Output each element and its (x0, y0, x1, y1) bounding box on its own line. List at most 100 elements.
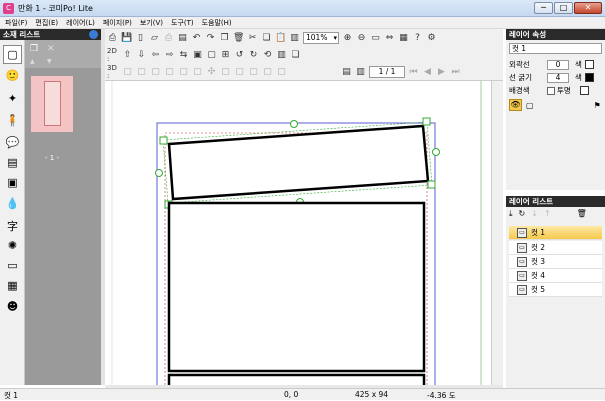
rotate-handle-right-icon[interactable] (432, 148, 440, 156)
print-icon[interactable]: ⎙ (107, 33, 118, 44)
lock-icon[interactable]: ▥ (276, 50, 287, 61)
vertical-scrollbar[interactable] (491, 81, 503, 385)
outline-input[interactable]: 0 (547, 59, 569, 70)
clipboard-icon[interactable]: ▥ (289, 33, 300, 44)
move-down-icon[interactable]: ▼ (47, 58, 52, 65)
layer-delete-icon[interactable]: 🗑 (577, 209, 587, 219)
frame-icon[interactable]: ▢ (526, 101, 534, 110)
3d-tool4-icon[interactable]: ▢ (164, 67, 175, 78)
cut-name-input[interactable]: 컷 1 (509, 43, 602, 54)
layer-item[interactable]: ▭ 컷 4 (509, 269, 602, 283)
pin-icon[interactable] (89, 30, 98, 39)
3d-tool11-icon[interactable]: ▢ (262, 67, 273, 78)
rotate-left-icon[interactable]: ↺ (234, 50, 245, 61)
layer-move-up-icon[interactable]: ↑ (544, 209, 551, 219)
grid-icon[interactable]: ▦ (398, 33, 409, 44)
shrink-icon[interactable]: ▣ (192, 50, 203, 61)
character2-icon[interactable]: 🧍 (3, 111, 22, 130)
page-thumbnail[interactable] (31, 76, 73, 132)
burst-icon[interactable]: ✺ (3, 236, 22, 255)
new-icon[interactable]: ▯ (135, 33, 146, 44)
settings-icon[interactable]: ⚙ (426, 33, 437, 44)
next-page-icon[interactable]: ▶ (436, 67, 447, 78)
3d-tool7-icon[interactable]: ✣ (206, 67, 217, 78)
3d-tool5-icon[interactable]: ▢ (178, 67, 189, 78)
layer-item[interactable]: ▭ 컷 2 (509, 241, 602, 255)
prev-page-icon[interactable]: ◀ (422, 67, 433, 78)
zoom-select[interactable]: 101% (303, 32, 339, 44)
3d-tool12-icon[interactable]: ▢ (276, 67, 287, 78)
delete-page-icon[interactable]: ✕ (47, 44, 55, 54)
layer-item[interactable]: ▭ 컷 3 (509, 255, 602, 269)
move-right-icon[interactable]: ⇨ (164, 50, 175, 61)
background-icon[interactable]: ▤ (3, 153, 22, 172)
rotate-right-icon[interactable]: ↻ (248, 50, 259, 61)
copy-icon[interactable]: ❐ (219, 33, 230, 44)
help-icon[interactable]: ? (412, 33, 423, 44)
page-settings-icon[interactable]: ▤ (341, 67, 352, 78)
flag-icon[interactable]: ⚑ (594, 101, 601, 110)
cut-3-panel[interactable] (167, 373, 426, 385)
delete-icon[interactable]: 🗑 (233, 33, 244, 44)
3d-tool6-icon[interactable]: ▢ (192, 67, 203, 78)
3d-tool9-icon[interactable]: ▢ (234, 67, 245, 78)
layer-refresh-icon[interactable]: ↻ (519, 209, 526, 219)
paste-icon[interactable]: 📋 (275, 33, 286, 44)
page-list-icon[interactable]: ▥ (355, 67, 366, 78)
rotate-handle-left-icon[interactable] (155, 169, 163, 177)
fit-icon[interactable]: ▭ (370, 33, 381, 44)
layer-item[interactable]: ▭ 컷 5 (509, 283, 602, 297)
menu-view[interactable]: 보기(V) (137, 18, 166, 28)
last-page-icon[interactable]: ⏭ (450, 67, 461, 78)
comic-canvas[interactable] (105, 81, 491, 385)
panel-icon[interactable]: ▭ (3, 256, 22, 275)
maximize-button[interactable]: □ (554, 2, 573, 14)
layer-move-down-icon[interactable]: ↓ (531, 209, 538, 219)
cut-icon[interactable]: ✂ (247, 33, 258, 44)
3d-tool8-icon[interactable]: ▢ (220, 67, 231, 78)
undo-icon[interactable]: ↶ (191, 33, 202, 44)
3d-tool2-icon[interactable]: ▢ (136, 67, 147, 78)
copy2-icon[interactable]: ❏ (261, 33, 272, 44)
zoom-out-icon[interactable]: ⊖ (356, 33, 367, 44)
minimize-button[interactable]: ─ (534, 2, 553, 14)
move-left-icon[interactable]: ⇦ (150, 50, 161, 61)
save-icon[interactable]: 💾 (121, 33, 132, 44)
rotate-handle-icon[interactable] (290, 120, 298, 128)
copy-page-icon[interactable]: ❐ (30, 44, 38, 54)
first-page-icon[interactable]: ⏮ (408, 67, 419, 78)
resize-handle-tr-icon[interactable] (422, 117, 431, 126)
menu-tools[interactable]: 도구(T) (168, 18, 197, 28)
3d-tool1-icon[interactable]: ▢ (122, 67, 133, 78)
export-icon[interactable]: ▤ (177, 33, 188, 44)
menu-layer[interactable]: 레이어(L) (63, 18, 98, 28)
effect-icon[interactable]: ✦ (3, 89, 22, 108)
image-icon[interactable]: ▦ (3, 276, 22, 295)
layer-copy-icon[interactable]: ❏ (290, 50, 301, 61)
bg-color-swatch[interactable] (579, 86, 589, 95)
resize-handle-br-icon[interactable] (427, 180, 436, 189)
face-icon[interactable]: ☻ (3, 297, 22, 316)
menu-page[interactable]: 페이지(P) (100, 18, 135, 28)
move-down-icon[interactable]: ⇩ (136, 50, 147, 61)
outline-color-swatch[interactable] (584, 60, 594, 69)
speech-balloon-icon[interactable]: 💬 (3, 133, 22, 152)
layer-item[interactable]: ▭ 컷 1 (509, 226, 602, 240)
3d-tool10-icon[interactable]: ▢ (248, 67, 259, 78)
expand-icon[interactable]: ▢ (206, 50, 217, 61)
page-indicator[interactable]: 1 / 1 (369, 66, 405, 78)
move-up-icon[interactable]: ⇧ (122, 50, 133, 61)
select-tool-icon[interactable]: ▢ (3, 45, 22, 64)
3d-tool3-icon[interactable]: ▢ (150, 67, 161, 78)
fit-width-icon[interactable]: ⇔ (384, 33, 395, 44)
line-weight-input[interactable]: 4 (547, 72, 569, 83)
move-up-icon[interactable]: ▲ (30, 58, 35, 65)
menu-edit[interactable]: 편집(E) (32, 18, 61, 28)
print2-icon[interactable]: ⎙ (163, 33, 174, 44)
menu-help[interactable]: 도움말(H) (199, 18, 235, 28)
flip-icon[interactable]: ⇆ (178, 50, 189, 61)
item-3d-icon[interactable]: ▣ (3, 173, 22, 192)
transparent-checkbox[interactable] (547, 86, 555, 95)
reset-icon[interactable]: ⟲ (262, 50, 273, 61)
open-icon[interactable]: ▱ (149, 33, 160, 44)
